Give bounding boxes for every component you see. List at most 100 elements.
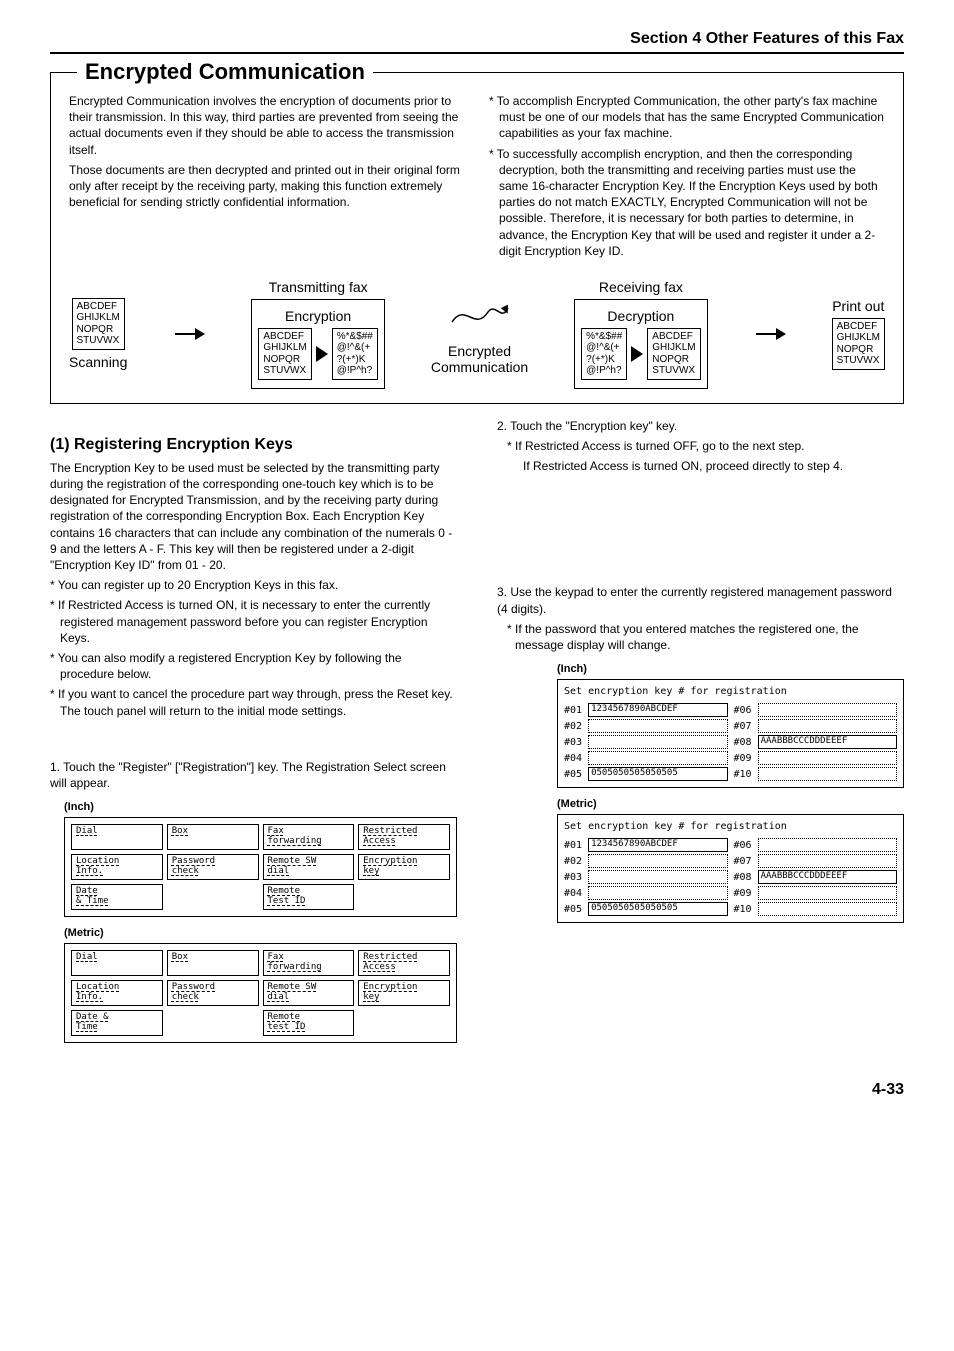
reg-btn-fax-forwarding[interactable]: Fax forwarding: [263, 950, 355, 976]
enc-slot-06[interactable]: [758, 703, 897, 717]
enc-id-04: #04: [564, 753, 582, 764]
enc-id-10: #10: [734, 904, 752, 915]
reg-btn-remote-sw-dial[interactable]: Remote SW dial: [263, 854, 355, 880]
reg-btn-encryption-key[interactable]: Encryption key: [358, 854, 450, 880]
main-box: Encrypted Communication Encrypted Commun…: [50, 72, 904, 404]
enc-id-08: #08: [734, 872, 752, 883]
reg-btn-box[interactable]: Box: [167, 824, 259, 850]
arrow-right-icon: [173, 324, 205, 344]
enc-slot-03[interactable]: [588, 735, 727, 749]
step-2: 2. Touch the "Encryption key" key.: [497, 418, 904, 434]
triangle-right-icon: [316, 346, 328, 362]
intro-right-1: * To accomplish Encrypted Communication,…: [489, 93, 885, 142]
enc-id-09: #09: [734, 753, 752, 764]
reg-btn-date-time[interactable]: Date & Time: [71, 1010, 163, 1036]
reg-btn-encryption-key[interactable]: Encryption key: [358, 980, 450, 1006]
caption-printout: Print out: [832, 298, 885, 314]
reg-btn-restricted-access[interactable]: Restricted Access: [358, 824, 450, 850]
enc-screen-inch: Set encryption key # for registration #0…: [557, 679, 904, 788]
enc-id-09: #09: [734, 888, 752, 899]
enc-slot-02[interactable]: [588, 854, 727, 868]
caption-receiving: Receiving fax: [574, 279, 707, 295]
enc-id-04: #04: [564, 888, 582, 899]
register-note-2: * If Restricted Access is turned ON, it …: [50, 597, 457, 646]
reg-screen-inch: Dial Box Fax forwarding Restricted Acces…: [64, 817, 457, 917]
intro-left-2: Those documents are then decrypted and p…: [69, 162, 465, 211]
enc-slot-10[interactable]: [758, 767, 897, 781]
enc-slot-05[interactable]: 0505050505050505: [588, 767, 727, 781]
step-1: 1. Touch the "Register" ["Registration"]…: [50, 759, 457, 791]
enc-slot-06[interactable]: [758, 838, 897, 852]
step-2-note-1: * If Restricted Access is turned OFF, go…: [497, 438, 904, 454]
intro-right-2: * To successfully accomplish encryption,…: [489, 146, 885, 259]
plain-text-box-4: ABCDEF GHIJKLM NOPQR STUVWX: [832, 318, 885, 370]
caption-decryption: Decryption: [581, 308, 700, 324]
register-para: The Encryption Key to be used must be se…: [50, 460, 457, 573]
reg-btn-location-info[interactable]: Location Info.: [71, 854, 163, 880]
reg-screen-metric: Dial Box Fax forwarding Restricted Acces…: [64, 943, 457, 1043]
label-inch: (Inch): [64, 801, 457, 813]
label-metric: (Metric): [64, 927, 457, 939]
enc-id-06: #06: [734, 705, 752, 716]
enc-id-02: #02: [564, 721, 582, 732]
enc-slot-04[interactable]: [588, 751, 727, 765]
enc-slot-01[interactable]: 1234567890ABCDEF: [588, 703, 727, 717]
label-inch: (Inch): [557, 663, 904, 675]
reg-btn-remote-test-id[interactable]: Remote Test ID: [263, 884, 355, 910]
enc-slot-07[interactable]: [758, 719, 897, 733]
subheading-register-keys: (1) Registering Encryption Keys: [50, 436, 457, 454]
triangle-right-icon: [631, 346, 643, 362]
enc-id-03: #03: [564, 872, 582, 883]
enc-slot-01[interactable]: 1234567890ABCDEF: [588, 838, 727, 852]
register-note-1: * You can register up to 20 Encryption K…: [50, 577, 457, 593]
page-number: 4-33: [50, 1081, 904, 1099]
reg-btn-password-check[interactable]: Password check: [167, 980, 259, 1006]
enc-id-05: #05: [564, 769, 582, 780]
caption-encrypted-comm: Encrypted Communication: [431, 343, 528, 375]
diagram: ABCDEF GHIJKLM NOPQR STUVWX Scanning Tra…: [69, 279, 885, 389]
enc-slot-10[interactable]: [758, 902, 897, 916]
label-metric: (Metric): [557, 798, 904, 810]
enc-id-01: #01: [564, 705, 582, 716]
cipher-text-box-2: %*&$## @!^&(+ ?(+*)K @!P^h?: [581, 328, 627, 380]
enc-slot-07[interactable]: [758, 854, 897, 868]
register-note-4: * If you want to cancel the procedure pa…: [50, 686, 457, 718]
section-header: Section 4 Other Features of this Fax: [50, 30, 904, 54]
main-title: Encrypted Communication: [77, 59, 373, 85]
enc-slot-09[interactable]: [758, 751, 897, 765]
enc-slot-05[interactable]: 0505050505050505: [588, 902, 727, 916]
reg-btn-dial[interactable]: Dial: [71, 824, 163, 850]
plain-text-box-3: ABCDEF GHIJKLM NOPQR STUVWX: [647, 328, 700, 380]
enc-id-06: #06: [734, 840, 752, 851]
intro-left-1: Encrypted Communication involves the enc…: [69, 93, 465, 158]
reg-btn-password-check[interactable]: Password check: [167, 854, 259, 880]
enc-id-02: #02: [564, 856, 582, 867]
reg-btn-remote-test-id[interactable]: Remote test ID: [263, 1010, 355, 1036]
enc-slot-02[interactable]: [588, 719, 727, 733]
reg-btn-box[interactable]: Box: [167, 950, 259, 976]
enc-slot-08[interactable]: AAABBBCCCDDDEEEF: [758, 870, 897, 884]
reg-btn-date-time[interactable]: Date & Time: [71, 884, 163, 910]
step-3: 3. Use the keypad to enter the currently…: [497, 584, 904, 616]
plain-text-box-1: ABCDEF GHIJKLM NOPQR STUVWX: [72, 298, 125, 350]
enc-screen-title: Set encryption key # for registration: [564, 686, 897, 697]
enc-slot-09[interactable]: [758, 886, 897, 900]
reg-btn-dial[interactable]: Dial: [71, 950, 163, 976]
caption-scanning: Scanning: [69, 354, 127, 370]
arrow-right-icon: [754, 324, 786, 344]
caption-encryption: Encryption: [258, 308, 377, 324]
enc-id-03: #03: [564, 737, 582, 748]
enc-screen-metric: Set encryption key # for registration #0…: [557, 814, 904, 923]
plain-text-box-2: ABCDEF GHIJKLM NOPQR STUVWX: [258, 328, 311, 380]
reg-btn-remote-sw-dial[interactable]: Remote SW dial: [263, 980, 355, 1006]
reg-btn-location-info[interactable]: Location Info.: [71, 980, 163, 1006]
enc-slot-04[interactable]: [588, 886, 727, 900]
enc-slot-08[interactable]: AAABBBCCCDDDEEEF: [758, 735, 897, 749]
enc-id-05: #05: [564, 904, 582, 915]
register-note-3: * You can also modify a registered Encry…: [50, 650, 457, 682]
reg-btn-restricted-access[interactable]: Restricted Access: [358, 950, 450, 976]
enc-screen-title: Set encryption key # for registration: [564, 821, 897, 832]
reg-btn-fax-forwarding[interactable]: Fax forwarding: [263, 824, 355, 850]
enc-slot-03[interactable]: [588, 870, 727, 884]
enc-id-10: #10: [734, 769, 752, 780]
